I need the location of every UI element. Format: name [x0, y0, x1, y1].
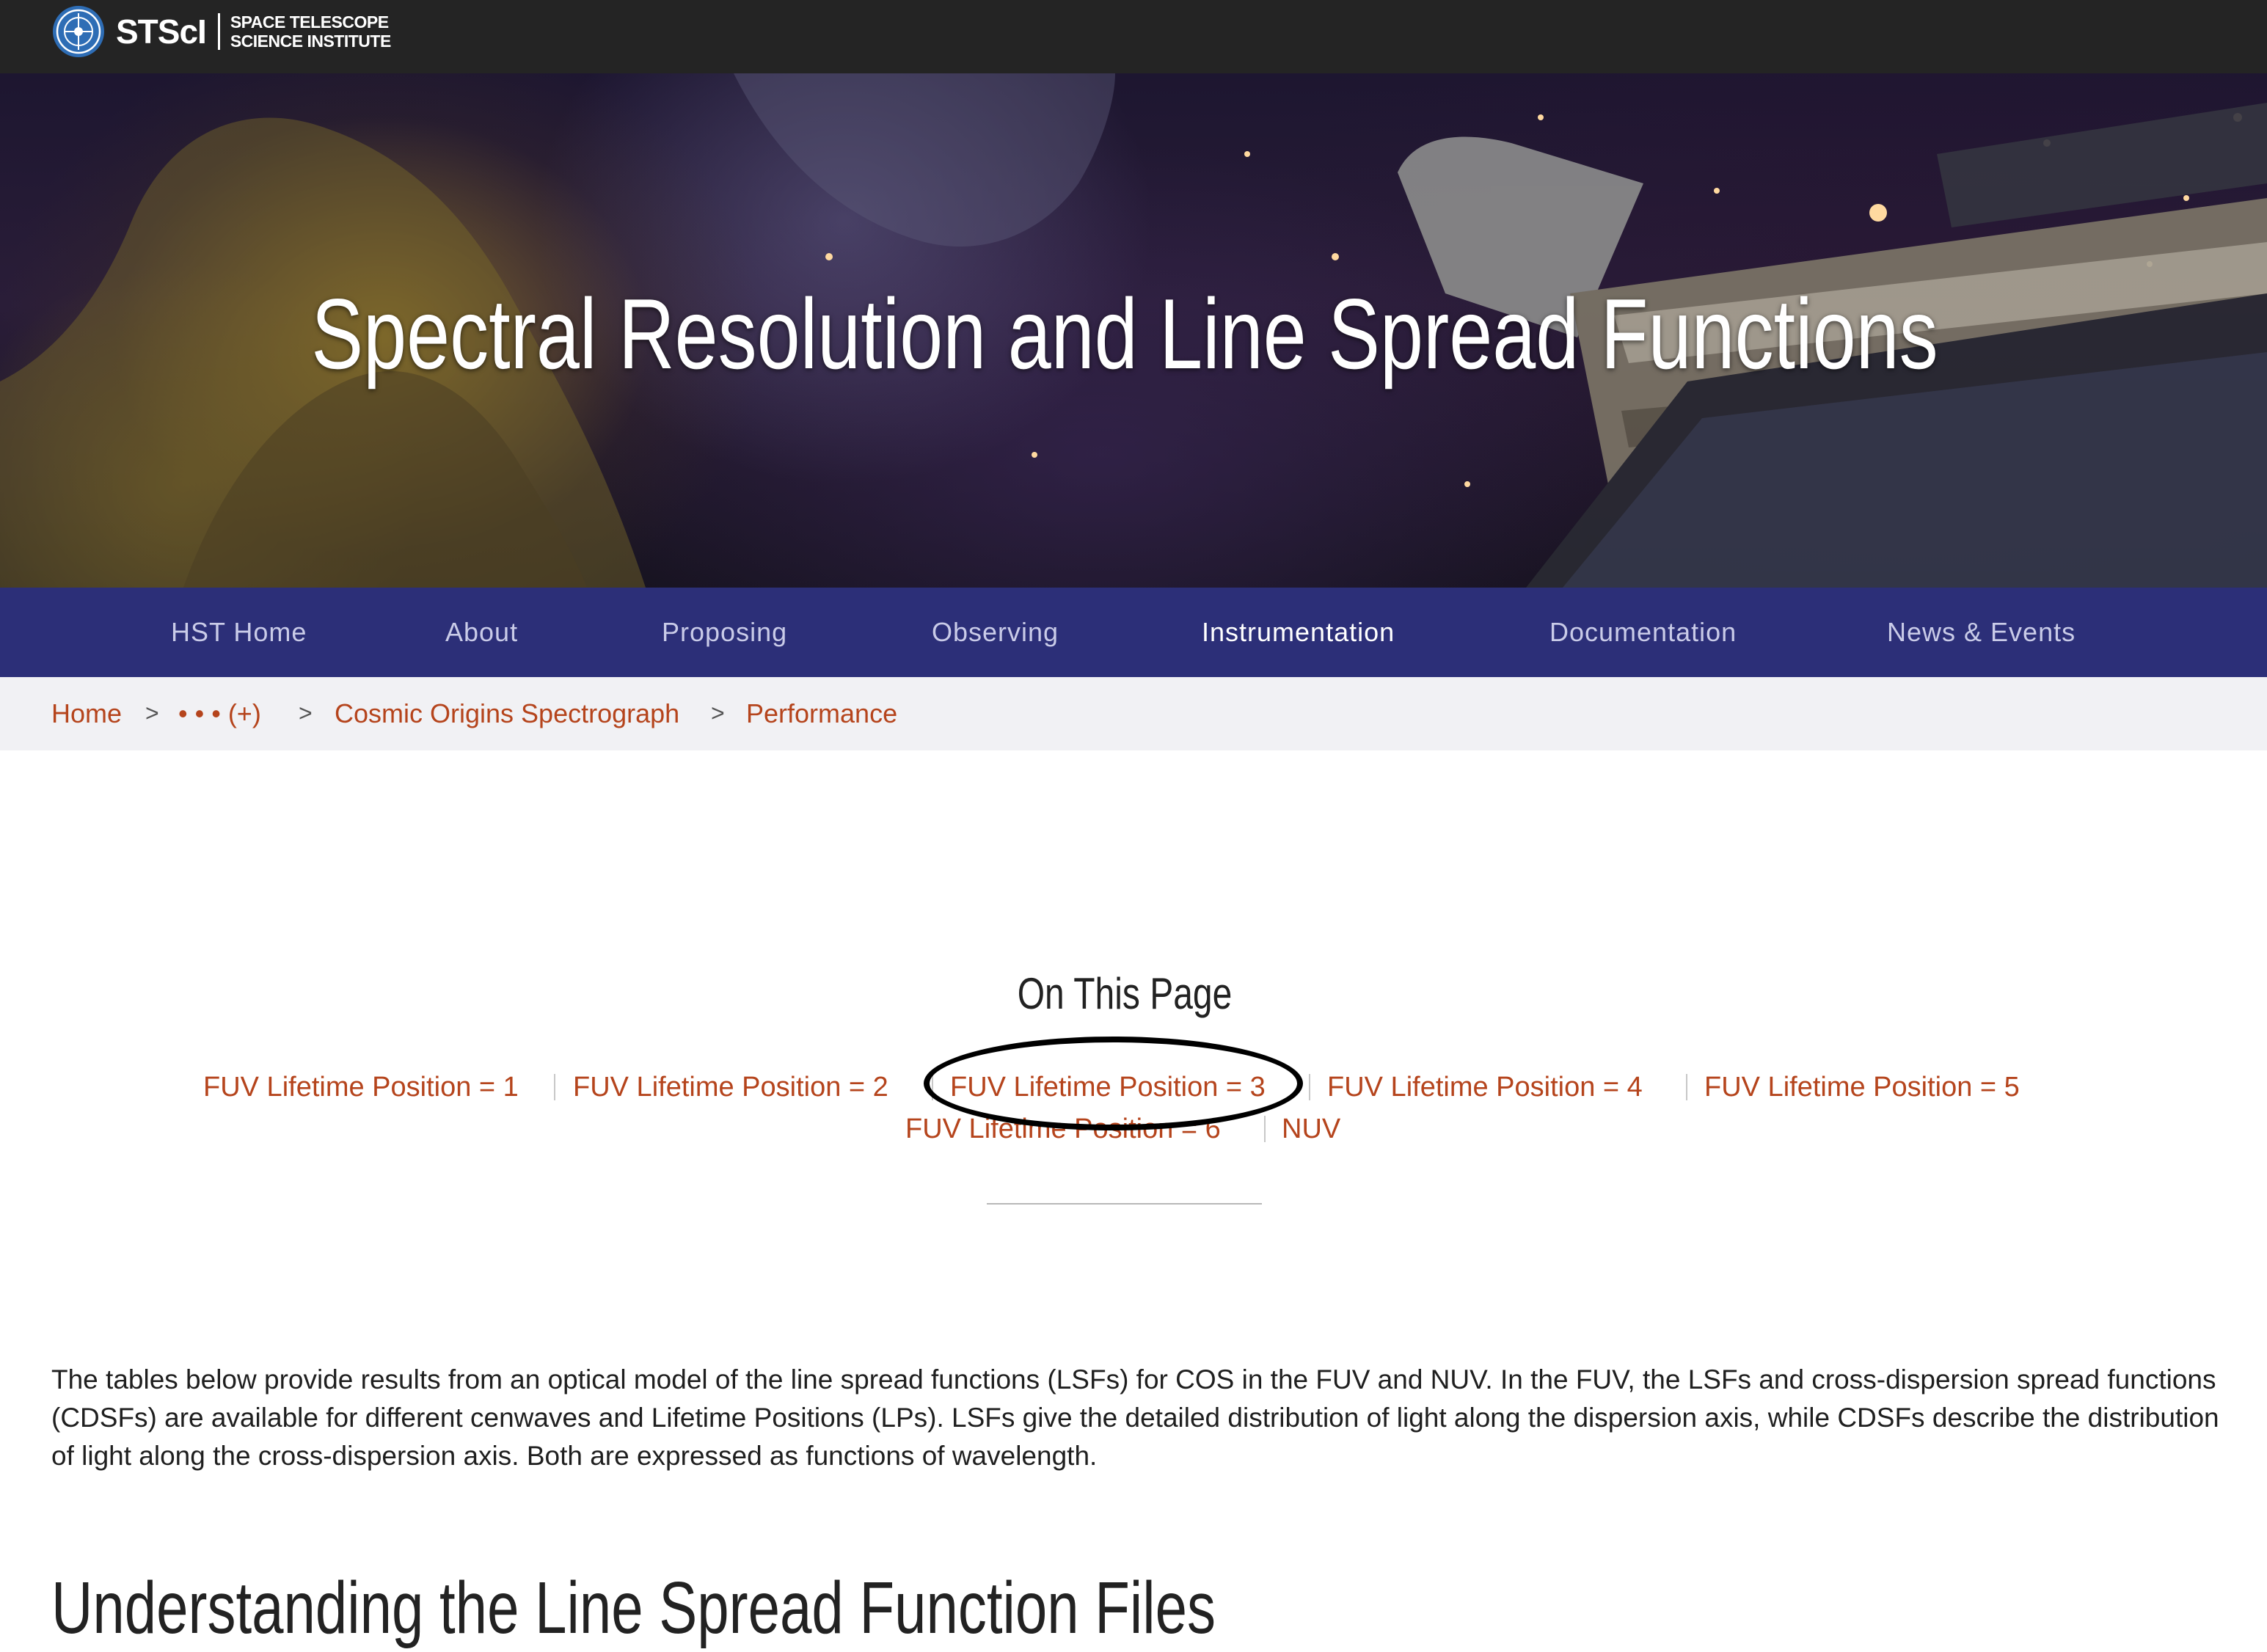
on-this-page-heading: On This Page: [1017, 969, 1233, 1018]
section-heading: Understanding the Line Spread Function F…: [51, 1567, 1216, 1649]
otp-link-fuv-lp2[interactable]: FUV Lifetime Position = 2: [573, 1067, 888, 1108]
breadcrumb-home[interactable]: Home: [51, 677, 122, 750]
stsci-logo[interactable]: STScI SPACE TELESCOPE SCIENCE INSTITUTE: [51, 2, 391, 61]
logo-subtitle: SPACE TELESCOPE SCIENCE INSTITUTE: [230, 12, 391, 51]
breadcrumb-separator: >: [299, 700, 313, 726]
logo-subtitle-line2: SCIENCE INSTITUTE: [230, 32, 391, 51]
otp-separator: [554, 1074, 555, 1100]
nav-item-observing[interactable]: Observing: [932, 588, 1059, 677]
top-bar: STScI SPACE TELESCOPE SCIENCE INSTITUTE: [0, 0, 2267, 73]
main-nav: HST Home About Proposing Observing Instr…: [0, 588, 2267, 677]
intro-paragraph: The tables below provide results from an…: [51, 1361, 2223, 1475]
otp-link-fuv-lp6[interactable]: FUV Lifetime Position = 6: [905, 1108, 1221, 1150]
otp-separator: [1309, 1074, 1310, 1100]
nav-item-hst-home[interactable]: HST Home: [171, 588, 307, 677]
otp-separator: [1264, 1116, 1266, 1142]
logo-divider: [217, 13, 220, 50]
otp-separator: [1686, 1074, 1687, 1100]
nav-item-proposing[interactable]: Proposing: [662, 588, 787, 677]
breadcrumb-cos[interactable]: Cosmic Origins Spectrograph: [335, 677, 679, 750]
otp-link-fuv-lp3[interactable]: FUV Lifetime Position = 3: [950, 1067, 1266, 1108]
page-title: Spectral Resolution and Line Spread Func…: [311, 278, 1938, 390]
nav-item-documentation[interactable]: Documentation: [1549, 588, 1737, 677]
logo-wordmark: STScI: [116, 12, 207, 51]
breadcrumb-separator: >: [711, 700, 725, 726]
otp-link-fuv-lp1[interactable]: FUV Lifetime Position = 1: [203, 1067, 519, 1108]
nav-item-about[interactable]: About: [445, 588, 518, 677]
nav-item-news-events[interactable]: News & Events: [1887, 588, 2076, 677]
breadcrumb: Home > • • • (+) > Cosmic Origins Spectr…: [0, 677, 2267, 750]
breadcrumb-performance[interactable]: Performance: [746, 677, 897, 750]
otp-link-fuv-lp4[interactable]: FUV Lifetime Position = 4: [1327, 1067, 1643, 1108]
hero-banner: Spectral Resolution and Line Spread Func…: [0, 73, 2267, 588]
breadcrumb-separator: >: [145, 700, 159, 726]
intro-text: The tables below provide results from an…: [51, 1364, 2219, 1471]
stsci-emblem-icon: [53, 6, 104, 57]
otp-link-nuv[interactable]: NUV: [1282, 1108, 1340, 1150]
breadcrumb-expand[interactable]: • • • (+): [178, 677, 261, 750]
section-divider: [987, 1203, 1262, 1205]
otp-separator: [932, 1074, 933, 1100]
otp-link-fuv-lp5[interactable]: FUV Lifetime Position = 5: [1704, 1067, 2020, 1108]
logo-subtitle-line1: SPACE TELESCOPE: [230, 12, 389, 32]
nav-item-instrumentation[interactable]: Instrumentation: [1202, 588, 1395, 677]
